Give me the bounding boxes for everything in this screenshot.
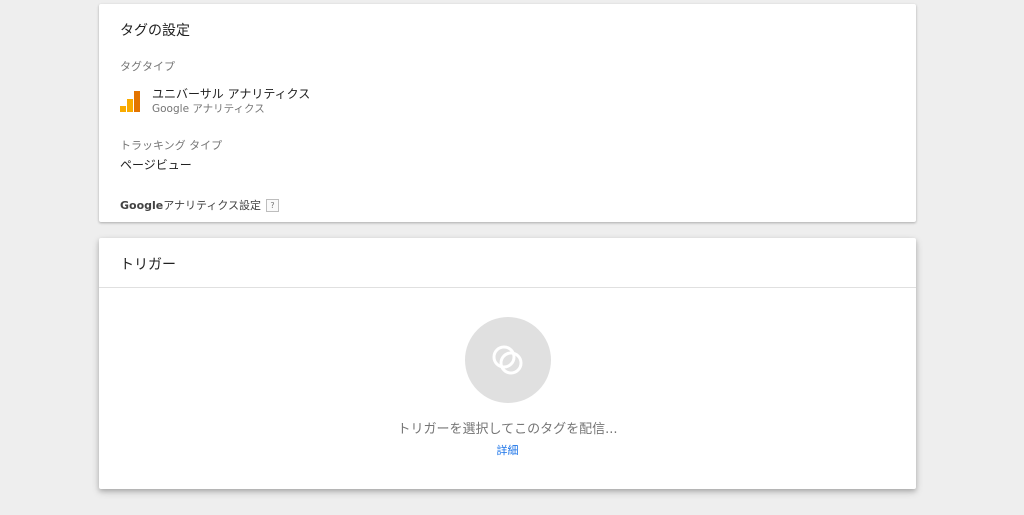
tag-type-label: タグタイプ [120, 60, 175, 73]
trigger-divider [99, 287, 916, 288]
trigger-title: トリガー [120, 257, 176, 273]
tag-type-row[interactable]: ユニバーサル アナリティクス Google アナリティクス [120, 86, 310, 116]
ga-settings-strong: Google [120, 198, 164, 212]
tracking-type-value: ページビュー [120, 158, 192, 172]
ga-settings-label: Google アナリティクス設定 ? [120, 197, 280, 213]
add-trigger-button[interactable] [465, 317, 551, 403]
details-link-row: 詳細 [99, 442, 916, 458]
trigger-circles-icon [492, 345, 523, 375]
tag-type-name: ユニバーサル アナリティクス [152, 86, 311, 101]
trigger-card[interactable]: トリガー トリガーを選択してこのタグを配信... 詳細 [99, 238, 916, 489]
tag-type-sub: Google アナリティクス [152, 102, 265, 115]
trigger-prompt: トリガーを選択してこのタグを配信... [397, 422, 618, 437]
ga-settings-rest: アナリティクス設定 [163, 199, 262, 212]
google-analytics-icon [120, 90, 142, 112]
tag-config-title: タグの設定 [120, 23, 190, 39]
tag-config-card[interactable]: タグの設定 タグタイプ ユニバーサル アナリティクス Google アナリティク… [99, 4, 916, 222]
tracking-type-label: トラッキング タイプ [120, 139, 223, 152]
details-link[interactable]: 詳細 [497, 444, 519, 457]
help-icon[interactable]: ? [266, 198, 280, 212]
